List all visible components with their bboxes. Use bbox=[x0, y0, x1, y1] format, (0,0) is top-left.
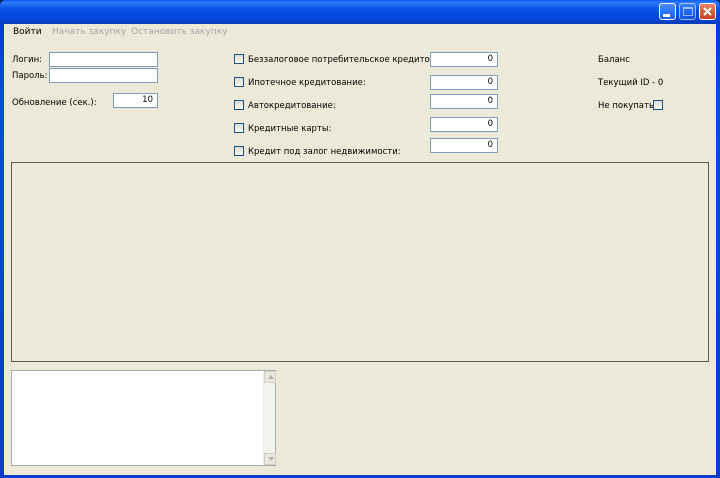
checkbox-no-buy[interactable] bbox=[653, 100, 663, 110]
menu-start-purchase[interactable]: Начать закупку bbox=[52, 27, 126, 37]
log-scrollbar[interactable] bbox=[263, 371, 276, 465]
checkbox-mortgage[interactable] bbox=[234, 77, 244, 87]
app-window: Войти Начать закупку Остановить закупку … bbox=[0, 0, 720, 478]
label-auto-loan: Автокредитование: bbox=[248, 101, 336, 111]
refresh-interval-input[interactable]: 10 bbox=[113, 93, 158, 108]
current-id-label: Текущий ID - 0 bbox=[598, 78, 664, 88]
results-panel bbox=[11, 162, 709, 362]
scroll-down-button[interactable] bbox=[264, 453, 276, 465]
password-label: Пароль: bbox=[12, 71, 48, 81]
checkbox-auto-loan[interactable] bbox=[234, 100, 244, 110]
balance-label: Баланс bbox=[598, 55, 630, 65]
label-unsecured-consumer: Беззалоговое потребительское кредитовани… bbox=[248, 55, 460, 65]
refresh-label: Обновление (сек.): bbox=[12, 98, 97, 108]
menu-stop-purchase[interactable]: Остановить закупку bbox=[131, 27, 227, 37]
minimize-button[interactable] bbox=[659, 3, 676, 20]
menu-login[interactable]: Войти bbox=[13, 27, 42, 37]
chevron-down-icon bbox=[268, 457, 274, 461]
input-credit-cards[interactable]: 0 bbox=[430, 117, 498, 132]
scroll-up-button[interactable] bbox=[264, 371, 276, 383]
chevron-up-icon bbox=[268, 375, 274, 379]
label-credit-cards: Кредитные карты: bbox=[248, 124, 332, 134]
close-button[interactable] bbox=[699, 3, 716, 20]
password-input[interactable] bbox=[49, 68, 158, 83]
close-icon bbox=[703, 7, 712, 16]
client-area: Войти Начать закупку Остановить закупку … bbox=[4, 24, 716, 475]
checkbox-credit-cards[interactable] bbox=[234, 123, 244, 133]
input-auto-loan[interactable]: 0 bbox=[430, 94, 498, 109]
maximize-icon bbox=[683, 7, 693, 16]
minimize-icon bbox=[663, 14, 670, 17]
input-mortgage[interactable]: 0 bbox=[430, 75, 498, 90]
title-bar[interactable] bbox=[0, 0, 720, 24]
menu-bar: Войти Начать закупку Остановить закупку bbox=[4, 24, 716, 42]
checkbox-real-estate-secured[interactable] bbox=[234, 146, 244, 156]
label-mortgage: Ипотечное кредитование: bbox=[248, 78, 366, 88]
input-real-estate-secured[interactable]: 0 bbox=[430, 138, 498, 153]
login-label: Логин: bbox=[12, 55, 43, 65]
login-input[interactable] bbox=[49, 52, 158, 67]
no-buy-label: Не покупать: bbox=[598, 101, 657, 111]
input-unsecured-consumer[interactable]: 0 bbox=[430, 52, 498, 67]
label-real-estate-secured: Кредит под залог недвижимости: bbox=[248, 147, 401, 157]
checkbox-unsecured-consumer[interactable] bbox=[234, 54, 244, 64]
log-textarea[interactable] bbox=[11, 370, 276, 466]
maximize-button[interactable] bbox=[679, 3, 696, 20]
